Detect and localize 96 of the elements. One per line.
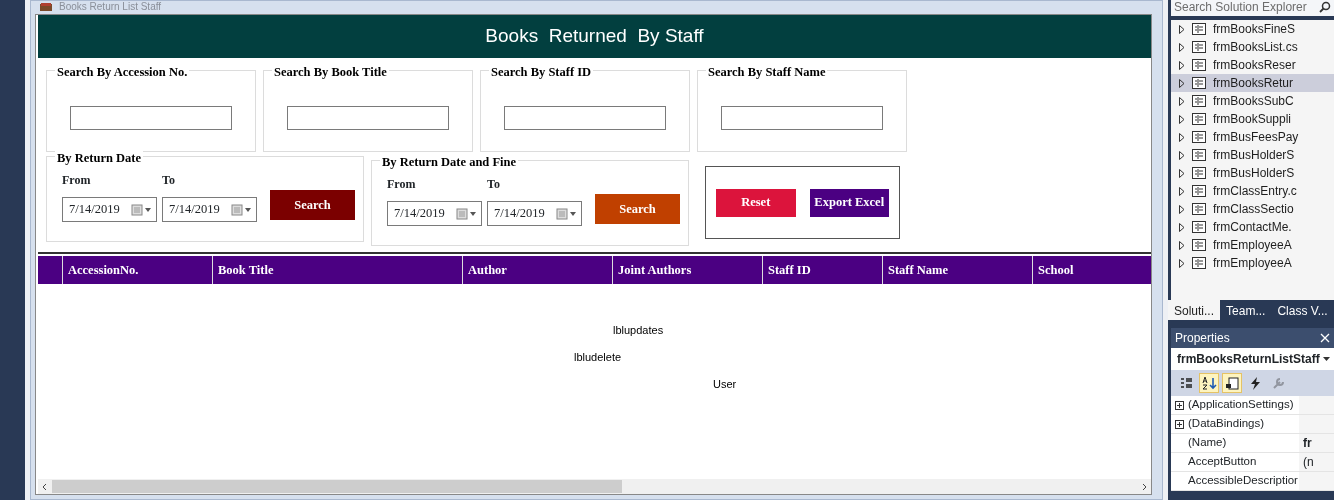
- form-file-icon: [1192, 77, 1206, 89]
- window-title: Books Return List Staff: [59, 1, 162, 12]
- form-file-icon: [1192, 149, 1206, 161]
- property-row[interactable]: AcceptButton (n: [1171, 453, 1334, 472]
- field-label: To: [162, 172, 176, 189]
- field-label: From: [387, 176, 417, 193]
- expand-icon[interactable]: [1175, 419, 1184, 429]
- column-header[interactable]: Book Title: [212, 256, 462, 284]
- property-row[interactable]: AccessibleDescriptior: [1171, 472, 1334, 491]
- panel-title: Properties: [1175, 330, 1230, 347]
- tree-item[interactable]: frmClassSectio: [1171, 200, 1334, 218]
- property-value: fr: [1302, 435, 1313, 452]
- tree-item[interactable]: frmEmployeeA: [1171, 254, 1334, 272]
- tree-item[interactable]: frmClassEntry.c: [1171, 182, 1334, 200]
- form-file-icon: [1192, 113, 1206, 125]
- tree-item[interactable]: frmBooksList.cs: [1171, 38, 1334, 56]
- group-label: Search By Staff ID: [489, 65, 594, 79]
- panel-tab[interactable]: Soluti...: [1168, 300, 1221, 320]
- column-header[interactable]: Staff ID: [762, 256, 882, 284]
- form-file-icon: [1192, 167, 1206, 179]
- form-header-title: Books Returned By Staff: [38, 15, 1151, 58]
- form-label: lbludelete: [574, 350, 622, 365]
- search-icon: [1319, 1, 1331, 13]
- group-label: By Return Date: [55, 151, 143, 165]
- form-file-icon: [1192, 203, 1206, 215]
- form-file-icon: [1192, 131, 1206, 143]
- expand-icon[interactable]: [1175, 400, 1184, 410]
- form-file-icon: [1192, 41, 1206, 53]
- form-label: lblupdates: [613, 323, 664, 338]
- scrollbar-thumb[interactable]: [52, 480, 622, 493]
- property-name: (DataBindings): [1188, 416, 1265, 432]
- date-picker[interactable]: 7/14/2019: [487, 201, 582, 226]
- tree-item[interactable]: frmBooksSubC: [1171, 92, 1334, 110]
- property-name: AccessibleDescriptior: [1188, 473, 1298, 489]
- text-field[interactable]: [70, 106, 232, 130]
- calendar-icon: [456, 207, 478, 220]
- group-label: Search By Staff Name: [706, 65, 828, 79]
- group-label: By Return Date and Fine: [380, 155, 519, 169]
- field-label: To: [487, 176, 501, 193]
- group-label: Search By Accession No.: [55, 65, 190, 79]
- tree-item[interactable]: frmBusHolderS: [1171, 146, 1334, 164]
- property-value: (n: [1302, 454, 1315, 471]
- form-file-icon: [1192, 221, 1206, 233]
- calendar-icon: [231, 203, 253, 216]
- panel-tab[interactable]: Class V...: [1271, 300, 1334, 320]
- date-picker[interactable]: 7/14/2019: [387, 201, 482, 226]
- toolbar-button[interactable]: [1199, 373, 1219, 393]
- search-button[interactable]: Search: [270, 190, 355, 220]
- property-name: AcceptButton: [1188, 454, 1257, 470]
- form-file-icon: [1192, 185, 1206, 197]
- field-label: From: [62, 172, 92, 189]
- text-field[interactable]: [287, 106, 449, 130]
- books-icon: [39, 2, 53, 12]
- tree-item[interactable]: frmBooksFineS: [1171, 20, 1334, 38]
- date-picker[interactable]: 7/14/2019: [162, 197, 257, 222]
- object-selector[interactable]: frmBooksReturnListStaff: [1171, 348, 1334, 370]
- column-header[interactable]: School: [1032, 256, 1138, 284]
- tree-item[interactable]: frmBooksReser: [1171, 56, 1334, 74]
- toolbar-button[interactable]: [1222, 373, 1242, 393]
- group-label: Search By Book Title: [272, 65, 389, 79]
- property-name: (ApplicationSettings): [1188, 397, 1294, 413]
- search-field[interactable]: Search Solution Explorer: [1171, 0, 1334, 16]
- caret-icon: [1323, 357, 1330, 361]
- form-file-icon: [1192, 257, 1206, 269]
- column-header[interactable]: Author: [462, 256, 612, 284]
- property-row[interactable]: (Name) fr: [1171, 434, 1334, 453]
- column-header[interactable]: Joint Authors: [612, 256, 762, 284]
- form-file-icon: [1192, 95, 1206, 107]
- form-file-icon: [1192, 239, 1206, 251]
- tree-item[interactable]: frmBusHolderS: [1171, 164, 1334, 182]
- export-button[interactable]: Export Excel: [809, 188, 889, 217]
- tree-item[interactable]: frmBusFeesPay: [1171, 128, 1334, 146]
- close-icon[interactable]: [1320, 333, 1330, 343]
- form-label: User: [713, 377, 737, 392]
- form-file-icon: [1192, 23, 1206, 35]
- tree-item[interactable]: frmBooksRetur: [1171, 74, 1334, 92]
- column-header[interactable]: AccessionNo.: [62, 256, 212, 284]
- tree-item[interactable]: frmBookSuppli: [1171, 110, 1334, 128]
- form-file-icon: [1192, 59, 1206, 71]
- column-header[interactable]: Staff Name: [882, 256, 1032, 284]
- search-button[interactable]: Search: [595, 194, 680, 224]
- property-name: (Name): [1188, 435, 1227, 451]
- calendar-icon: [556, 207, 578, 220]
- property-row[interactable]: (DataBindings): [1171, 415, 1334, 434]
- date-picker[interactable]: 7/14/2019: [62, 197, 157, 222]
- tree-item[interactable]: frmContactMe.: [1171, 218, 1334, 236]
- sort-icon: [1201, 375, 1217, 391]
- property-row[interactable]: (ApplicationSettings): [1171, 396, 1334, 415]
- reset-button[interactable]: Reset: [716, 188, 796, 217]
- panel-tab[interactable]: Team...: [1220, 300, 1272, 320]
- categorized-list-icon: [1178, 375, 1194, 391]
- text-field[interactable]: [504, 106, 666, 130]
- property-page-icon: [1224, 375, 1240, 391]
- tree-item[interactable]: frmEmployeeA: [1171, 236, 1334, 254]
- text-field[interactable]: [721, 106, 883, 130]
- calendar-icon: [131, 203, 153, 216]
